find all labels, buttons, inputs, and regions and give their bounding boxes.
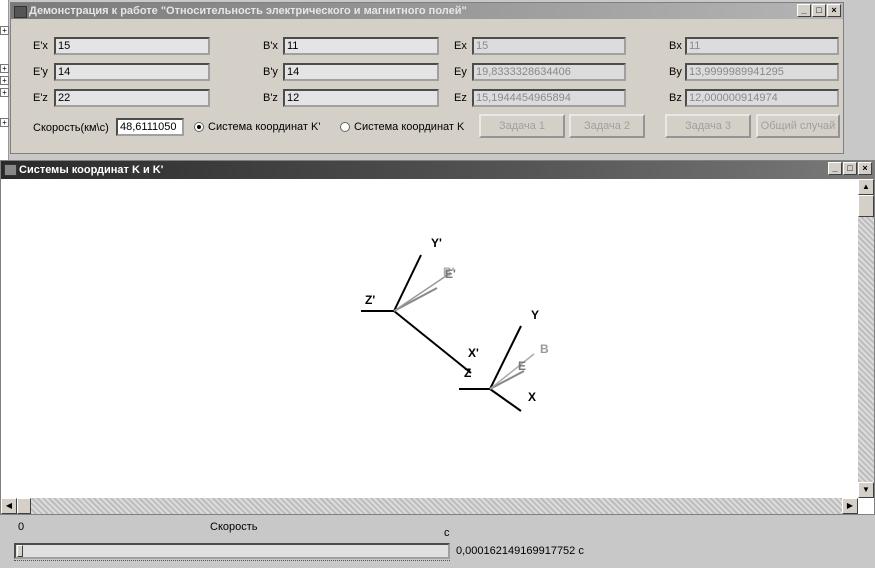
x-prime-label: X' bbox=[468, 346, 479, 360]
bx-prime-label: B'x bbox=[263, 40, 278, 52]
ez-label: Ez bbox=[454, 92, 467, 104]
x-prime-axis bbox=[393, 310, 472, 374]
tree-expand-icon[interactable]: + bbox=[0, 64, 9, 73]
speed-slider-thumb[interactable] bbox=[17, 545, 23, 557]
minimize-button[interactable]: _ bbox=[797, 4, 811, 17]
horizontal-scroll-thumb[interactable] bbox=[17, 498, 31, 514]
x-axis bbox=[489, 388, 522, 412]
radio-k-label[interactable]: Система координат K bbox=[354, 121, 464, 133]
close-button[interactable]: × bbox=[827, 4, 841, 17]
main-window-title: Демонстрация к работе "Относительность э… bbox=[29, 5, 467, 17]
task2-button[interactable]: Задача 2 bbox=[569, 114, 645, 138]
radio-k-prime[interactable] bbox=[194, 122, 204, 132]
y-label: Y bbox=[531, 308, 539, 322]
bz-output: 12,000000914974 bbox=[685, 89, 839, 107]
e-prime-label: E' bbox=[445, 267, 456, 281]
speed-slider-label: Скорость bbox=[210, 521, 258, 533]
speed-slider[interactable] bbox=[14, 543, 450, 559]
speed-input[interactable]: 48,6111050 bbox=[116, 118, 184, 136]
bx-output: 11 bbox=[685, 37, 839, 55]
ex-label: Ex bbox=[454, 40, 467, 52]
tree-panel: + + + + + bbox=[0, 0, 9, 160]
slider-ticks bbox=[14, 560, 450, 565]
ez-prime-input[interactable]: 22 bbox=[54, 89, 210, 107]
maximize-button[interactable]: □ bbox=[812, 4, 826, 17]
by-prime-label: B'y bbox=[263, 66, 278, 78]
bx-label: Bx bbox=[669, 40, 682, 52]
horizontal-scrollbar[interactable]: ◀ ▶ bbox=[1, 498, 858, 514]
bz-label: Bz bbox=[669, 92, 682, 104]
speed-label: Скорость(км\с) bbox=[33, 122, 109, 134]
ex-prime-input[interactable]: 15 bbox=[54, 37, 210, 55]
main-titlebar: Демонстрация к работе "Относительность э… bbox=[11, 3, 843, 19]
x-label: X bbox=[528, 390, 536, 404]
vertical-scroll-thumb[interactable] bbox=[858, 195, 874, 217]
ez-output: 15,1944454965894 bbox=[472, 89, 626, 107]
ez-prime-label: E'z bbox=[33, 92, 48, 104]
speed-max-label: c bbox=[444, 527, 450, 539]
by-label: By bbox=[669, 66, 682, 78]
ex-output: 15 bbox=[472, 37, 626, 55]
scroll-up-button[interactable]: ▲ bbox=[858, 179, 874, 195]
b-label: B bbox=[540, 342, 549, 356]
vertical-scrollbar[interactable]: ▲ ▼ bbox=[858, 179, 874, 498]
scroll-left-button[interactable]: ◀ bbox=[1, 498, 17, 514]
task3-button[interactable]: Задача 3 bbox=[665, 114, 751, 138]
b-vector bbox=[489, 353, 535, 390]
speed-min-label: 0 bbox=[18, 521, 25, 533]
ey-prime-label: E'y bbox=[33, 66, 48, 78]
radio-k-prime-label[interactable]: Система координат K' bbox=[208, 121, 320, 133]
tree-expand-icon[interactable]: + bbox=[0, 118, 9, 127]
y-axis bbox=[489, 325, 522, 390]
time-value: 0,000162149169917752 c bbox=[456, 545, 584, 557]
ey-prime-input[interactable]: 14 bbox=[54, 63, 210, 81]
general-case-button[interactable]: Общий случай bbox=[756, 114, 840, 138]
ey-label: Ey bbox=[454, 66, 467, 78]
radio-k[interactable] bbox=[340, 122, 350, 132]
e-label: E bbox=[518, 359, 526, 373]
bz-prime-label: B'z bbox=[263, 92, 278, 104]
tree-expand-icon[interactable]: + bbox=[0, 26, 9, 35]
ey-output: 19,8333328634406 bbox=[472, 63, 626, 81]
scroll-down-button[interactable]: ▼ bbox=[858, 482, 874, 498]
app-icon bbox=[14, 6, 27, 18]
z-prime-label: Z' bbox=[365, 293, 375, 307]
tree-expand-icon[interactable]: + bbox=[0, 88, 9, 97]
main-window: Демонстрация к работе "Относительность э… bbox=[10, 2, 844, 154]
tree-expand-icon[interactable]: + bbox=[0, 76, 9, 85]
coord-canvas: Y' Z' X' B' E' Y Z X B E bbox=[361, 236, 549, 412]
coord-window: Системы координат K и K' _ □ × Y' Z' X' … bbox=[0, 160, 875, 515]
z-label: Z bbox=[464, 366, 471, 380]
y-prime-label: Y' bbox=[431, 236, 442, 250]
task1-button[interactable]: Задача 1 bbox=[479, 114, 565, 138]
ex-prime-label: E'x bbox=[33, 40, 48, 52]
bz-prime-input[interactable]: 12 bbox=[283, 89, 439, 107]
close-button[interactable]: × bbox=[858, 162, 872, 175]
bottom-panel: 0 Скорость c 0,000162149169917752 c bbox=[0, 515, 875, 568]
by-output: 13,9999989941295 bbox=[685, 63, 839, 81]
bx-prime-input[interactable]: 11 bbox=[283, 37, 439, 55]
by-prime-input[interactable]: 14 bbox=[283, 63, 439, 81]
k-prime-axes: Y' Z' X' B' E' bbox=[361, 236, 479, 374]
scroll-right-button[interactable]: ▶ bbox=[842, 498, 858, 514]
